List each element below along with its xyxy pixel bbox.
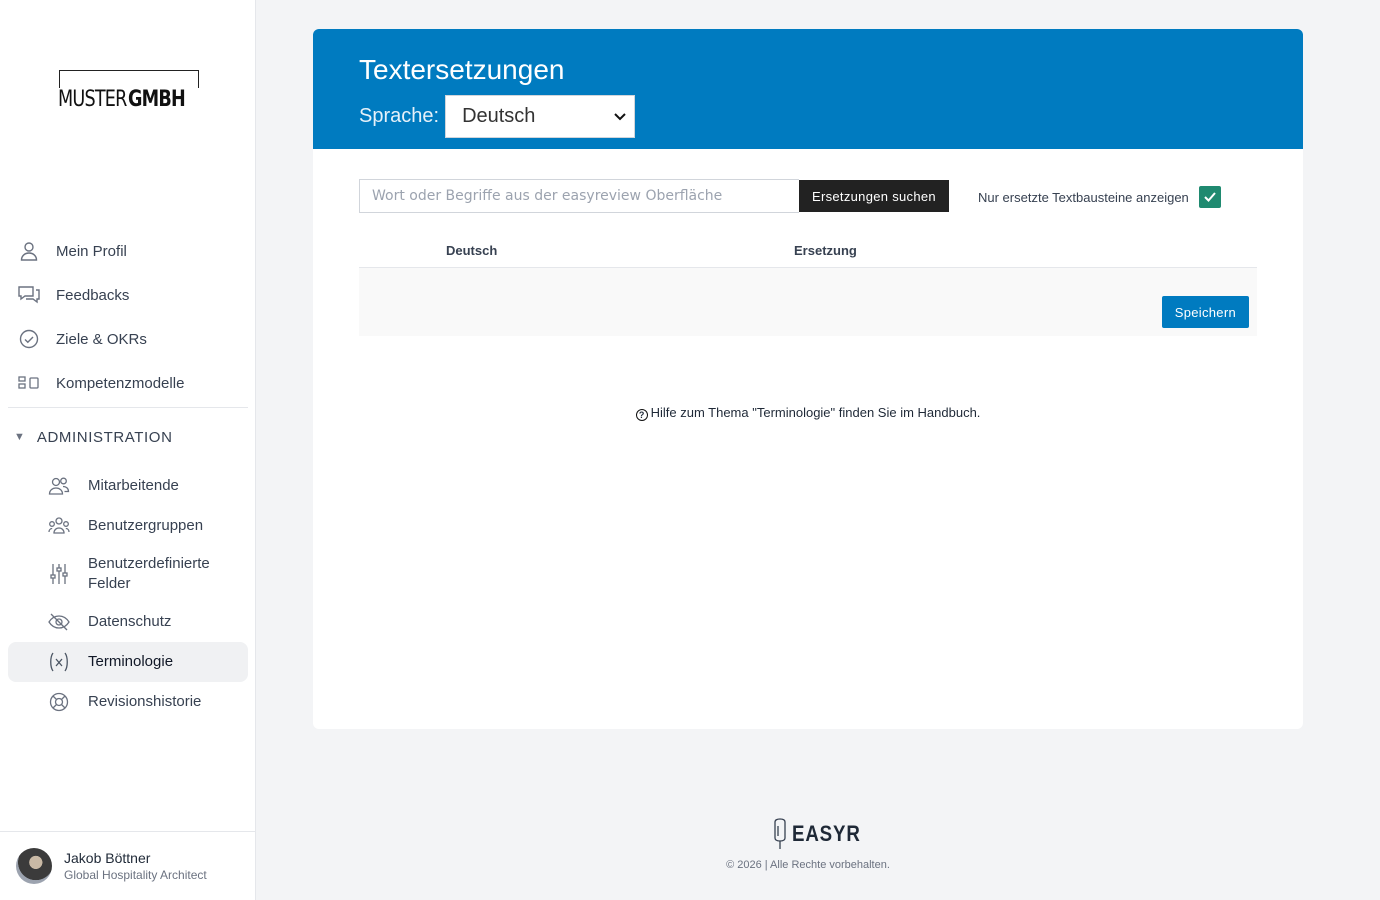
section-label: ADMINISTRATION [36,428,173,446]
language-select-value: Deutsch [462,105,536,127]
caret-down-icon: ▼ [14,431,25,443]
sidebar: MUSTERGMBH Mein Profil Feedbacks Ziele &… [0,0,256,900]
save-button[interactable]: Speichern [1161,296,1249,328]
sidebar-item-label: Benutzerdefinierte Felder [88,555,210,592]
nav-item-mein-profil[interactable]: Mein Profil [8,229,248,273]
terminology-card: Textersetzungen Sprache: Deutsch Wort od… [313,29,1303,729]
footer-brand: EASYR [792,821,861,846]
help-note: ? Hilfe zum Thema "Terminologie" finden S… [313,405,1303,421]
language-label: Sprache: [359,105,440,127]
search-button[interactable]: Ersetzungen suchen [799,180,949,212]
sidebar-item-revisionshistorie[interactable]: Revisionshistorie [8,682,248,722]
help-text[interactable]: Hilfe zum Thema "Terminologie" finden Si… [651,405,981,420]
nav-item-feedbacks[interactable]: Feedbacks [8,273,248,317]
sidebar-item-mitarbeitende[interactable]: Mitarbeitende [8,466,248,506]
check-icon [1204,192,1216,202]
sidebar-item-benutzerdefinierte-felder[interactable]: Benutzerdefinierte Felder [8,546,248,602]
sidebar-item-label: Datenschutz [88,613,172,630]
filter-checkbox[interactable] [1198,186,1221,208]
filter-label: Nur ersetzte Textbausteine anzeigen [978,189,1189,205]
table-body: Speichern [359,268,1257,336]
model-icon [18,372,40,394]
sidebar-item-label: Benutzergruppen [88,517,204,534]
chevron-down-icon [614,110,626,124]
nav-item-label: Kompetenzmodelle [56,374,185,392]
logo-text-light: MUSTER [58,87,127,112]
column-header-ersetzung: Ersetzung [794,243,857,258]
column-header-deutsch: Deutsch [446,243,498,258]
search-input[interactable]: Wort oder Begriffe aus der easyreview Ob… [359,179,799,213]
user-icon [18,240,40,262]
eye-off-icon [48,611,70,633]
nav-item-label: Feedbacks [56,286,130,304]
lifebuoy-icon [48,691,70,713]
variable-icon [48,651,70,673]
language-select[interactable]: Deutsch [445,95,636,138]
section-administration[interactable]: ▼ ADMINISTRATION [8,408,248,466]
search-row: Wort oder Begriffe aus der easyreview Ob… [359,179,949,213]
chat-icon [18,284,40,306]
footer-logo: EASYR [772,818,873,850]
group-icon [48,515,70,537]
question-circle-icon: ? [635,409,648,421]
nav-item-ziele-okrs[interactable]: Ziele & OKRs [8,317,248,361]
sidebar-item-label: Mitarbeitende [88,477,179,494]
logo-text-bold: GMBH [127,87,186,112]
users-icon [48,475,70,497]
sidebar-item-terminologie[interactable]: Terminologie [8,642,248,682]
card-header: Textersetzungen Sprache: Deutsch [313,29,1303,149]
nav-item-label: Mein Profil [56,242,127,260]
nav-item-kompetenzmodelle[interactable]: Kompetenzmodelle [8,361,248,405]
sliders-icon [48,563,70,585]
page-title: Textersetzungen [359,54,565,85]
sidebar-item-label: Terminologie [88,653,174,670]
nav-item-label: Ziele & OKRs [56,330,147,348]
sidebar-item-label: Revisionshistorie [88,693,202,710]
terminology-table: Deutsch Ersetzung Speichern [359,236,1257,336]
easyr-logo-icon [774,818,786,849]
company-logo[interactable]: MUSTERGMBH [58,70,205,112]
main-nav: Mein Profil Feedbacks Ziele & OKRs Kompe… [8,229,248,722]
filter-only-replaced[interactable]: Nur ersetzte Textbausteine anzeigen [978,186,1221,208]
table-header: Deutsch Ersetzung [359,236,1257,268]
sidebar-item-datenschutz[interactable]: Datenschutz [8,602,248,642]
copyright: © 2026 | Alle Rechte vorbehalten. [726,859,890,871]
check-circle-icon [18,328,40,350]
sidebar-item-benutzergruppen[interactable]: Benutzergruppen [8,506,248,546]
